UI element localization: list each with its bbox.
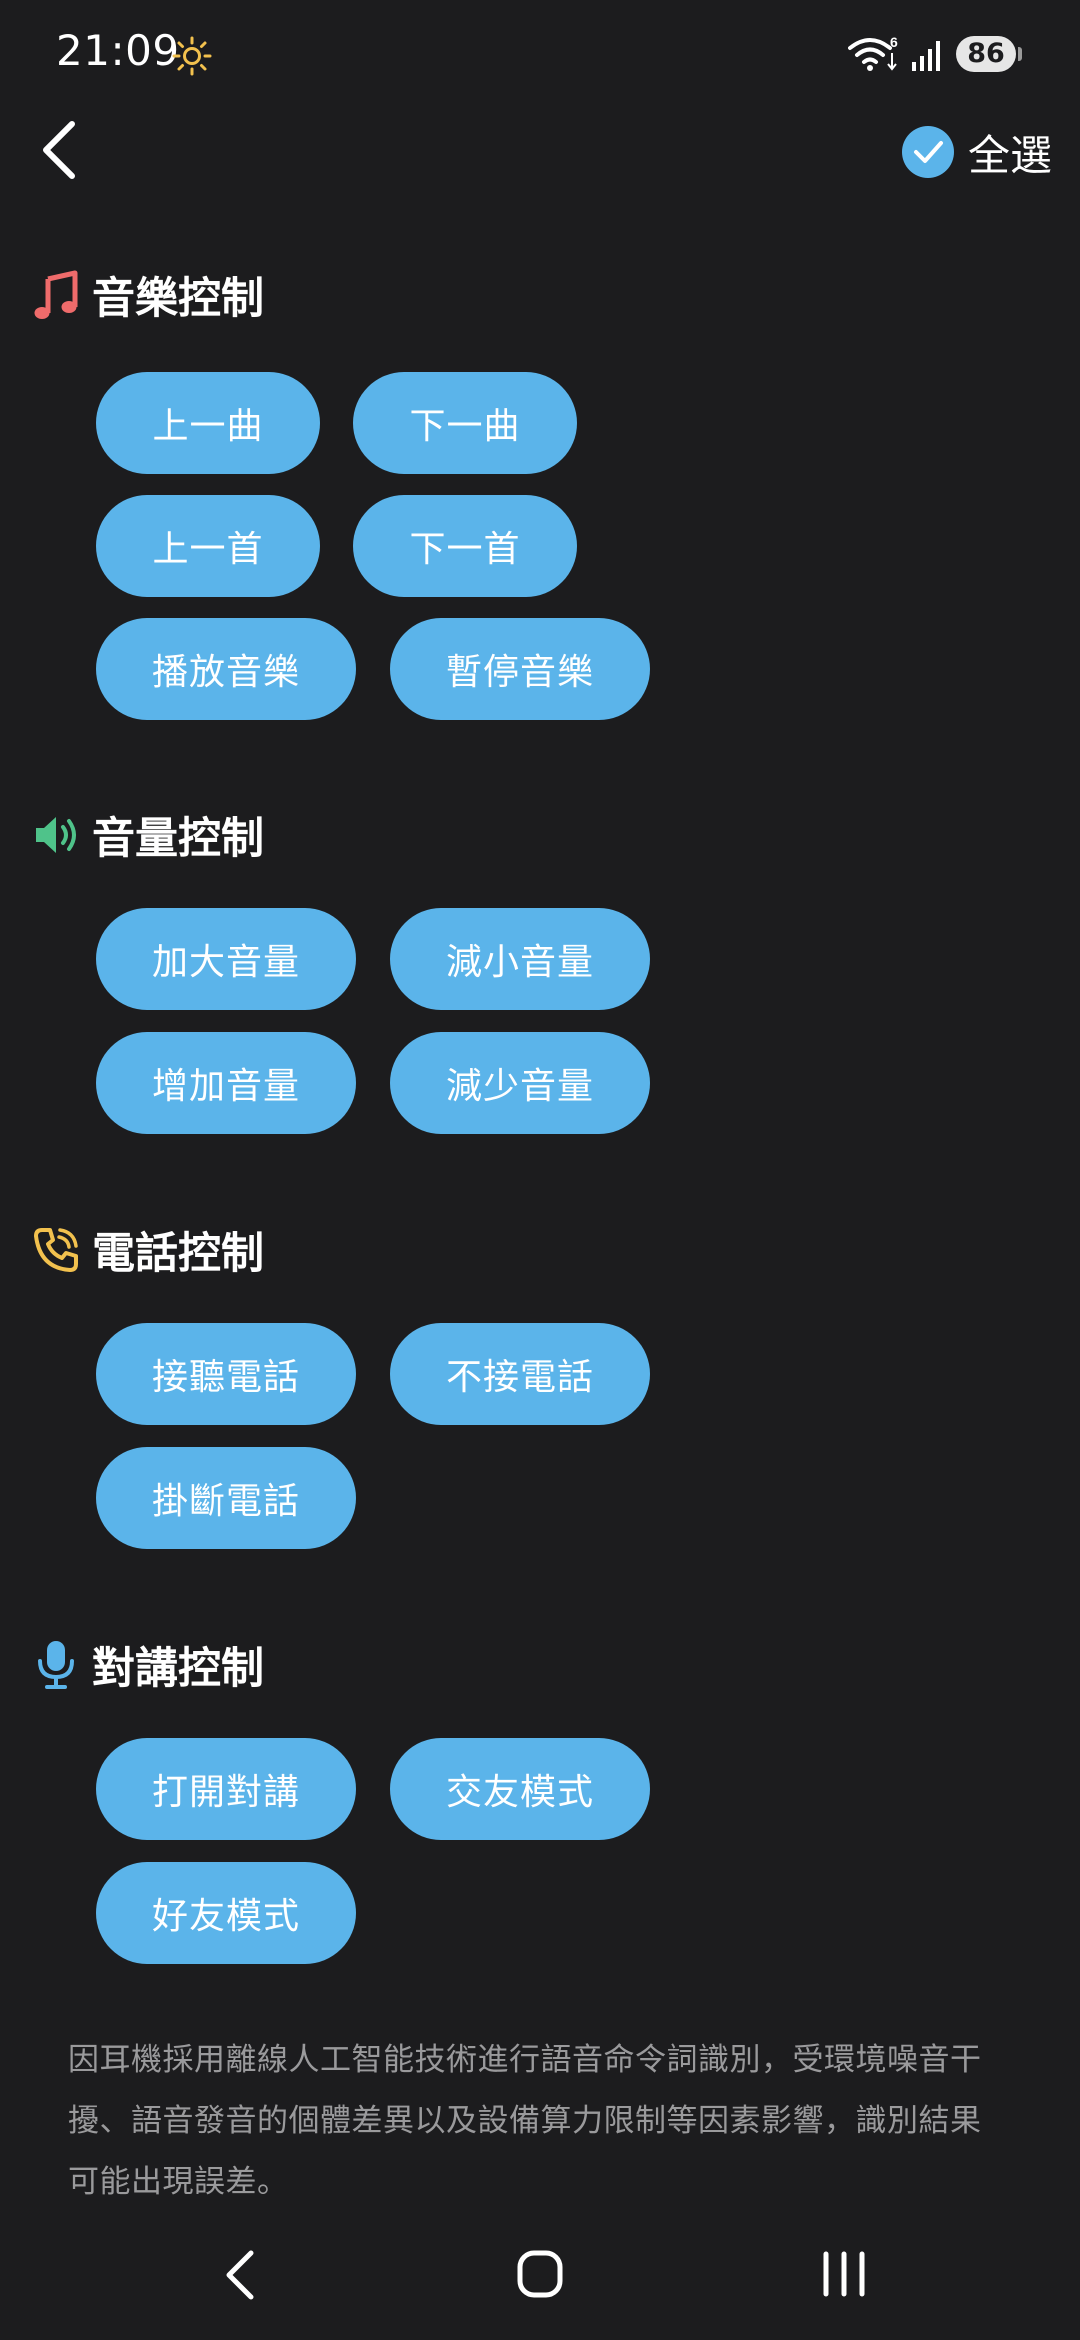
command-chip[interactable]: 交友模式 bbox=[390, 1738, 650, 1840]
command-chip[interactable]: 打開對講 bbox=[96, 1738, 356, 1840]
select-all-button[interactable]: 全選 bbox=[901, 120, 1052, 184]
checkmark-icon bbox=[901, 126, 954, 178]
section-phone-header: 電話控制 bbox=[30, 1215, 264, 1285]
command-chip[interactable]: 上一曲 bbox=[96, 372, 320, 474]
command-chip[interactable]: 上一首 bbox=[96, 495, 320, 597]
command-chip[interactable]: 加大音量 bbox=[96, 908, 356, 1010]
phone-icon bbox=[30, 1222, 82, 1278]
status-bar: 21:09 6 86 bbox=[0, 0, 1080, 110]
section-title: 對講控制 bbox=[92, 1644, 264, 1694]
signal-icon bbox=[912, 41, 940, 71]
sun-icon bbox=[172, 36, 212, 76]
command-chip[interactable]: 減少音量 bbox=[390, 1032, 650, 1134]
status-time: 21:09 bbox=[56, 26, 180, 75]
section-title: 電話控制 bbox=[92, 1229, 264, 1279]
select-all-label: 全選 bbox=[967, 130, 1052, 180]
nav-recents-button[interactable] bbox=[818, 2250, 870, 2298]
nav-back-button[interactable] bbox=[215, 2245, 265, 2305]
command-chip[interactable]: 下一曲 bbox=[353, 372, 577, 474]
section-intercom-header: 對講控制 bbox=[30, 1630, 264, 1700]
speaker-icon bbox=[30, 807, 82, 863]
back-button[interactable] bbox=[30, 112, 90, 188]
wifi-badge: 6 bbox=[890, 34, 898, 50]
wifi-icon: 6 bbox=[848, 34, 898, 71]
nav-home-icon bbox=[517, 2250, 563, 2298]
command-chip[interactable]: 好友模式 bbox=[96, 1862, 356, 1964]
command-chip[interactable]: 接聽電話 bbox=[96, 1323, 356, 1425]
microphone-icon bbox=[30, 1637, 82, 1693]
command-chip[interactable]: 減小音量 bbox=[390, 908, 650, 1010]
command-chip[interactable]: 暫停音樂 bbox=[390, 618, 650, 720]
section-volume-header: 音量控制 bbox=[30, 800, 264, 870]
section-title: 音量控制 bbox=[92, 814, 264, 864]
command-chip[interactable]: 播放音樂 bbox=[96, 618, 356, 720]
command-chip[interactable]: 下一首 bbox=[353, 495, 577, 597]
command-chip[interactable]: 不接電話 bbox=[390, 1323, 650, 1425]
nav-home-button[interactable] bbox=[515, 2248, 565, 2300]
command-chip[interactable]: 掛斷電話 bbox=[96, 1447, 356, 1549]
section-title: 音樂控制 bbox=[92, 274, 264, 324]
command-chip[interactable]: 增加音量 bbox=[96, 1032, 356, 1134]
chevron-left-icon bbox=[43, 121, 75, 179]
disclaimer-text: 因耳機採用離線人工智能技術進行語音命令詞識別，受環境噪音干擾、語音發音的個體差異… bbox=[68, 2042, 982, 2200]
nav-back-icon bbox=[226, 2250, 254, 2300]
battery-indicator: 86 bbox=[956, 36, 1022, 72]
section-music-header: 音樂控制 bbox=[30, 260, 264, 330]
music-note-icon bbox=[30, 267, 82, 323]
nav-recents-icon bbox=[823, 2251, 865, 2297]
